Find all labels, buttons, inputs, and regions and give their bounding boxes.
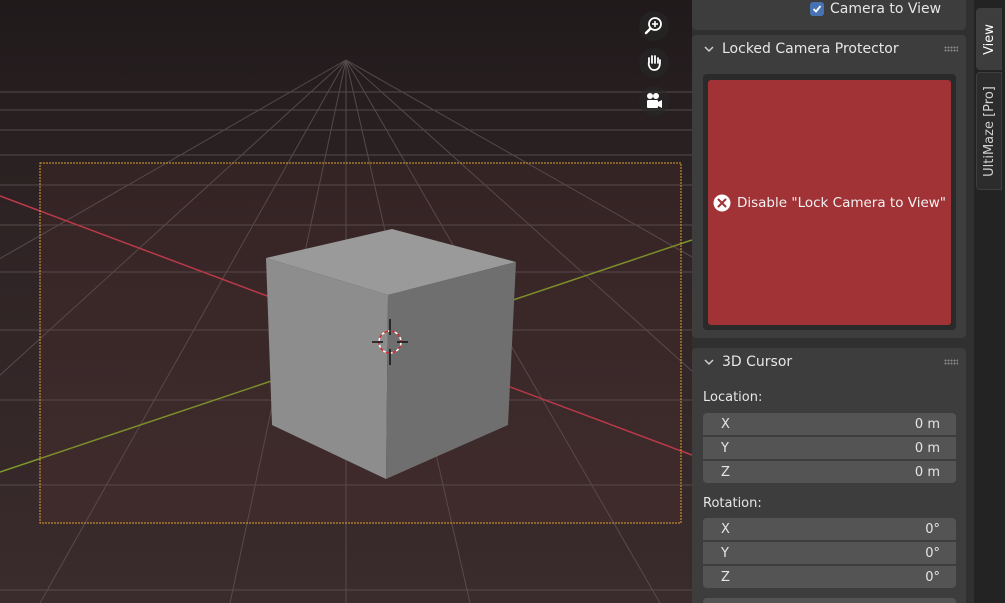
disable-lock-camera-label: Disable "Lock Camera to View" — [736, 194, 946, 211]
warning-frame: Disable "Lock Camera to View" — [703, 74, 956, 330]
locked-camera-protector-panel: Locked Camera Protector Disable "Lock Ca… — [692, 35, 966, 338]
drag-grip-icon[interactable] — [944, 46, 958, 52]
3d-viewport[interactable] — [0, 0, 692, 603]
panel-title: Locked Camera Protector — [722, 41, 899, 57]
camera-to-view-label: Camera to View — [830, 0, 942, 17]
locked-camera-panel-header[interactable]: Locked Camera Protector — [692, 35, 966, 63]
disable-lock-camera-button[interactable]: Disable "Lock Camera to View" — [708, 80, 951, 325]
field-axis: Z — [721, 569, 730, 585]
location-y-field[interactable]: Y 0 m — [703, 437, 956, 459]
field-value: 0° — [925, 569, 940, 585]
pan-button[interactable] — [639, 48, 669, 78]
field-value: 0° — [925, 521, 940, 537]
hand-pan-icon — [647, 55, 661, 71]
camera-to-view-checkbox-row[interactable]: Camera to View — [810, 0, 941, 17]
scene-canvas[interactable] — [0, 0, 692, 603]
tab-label: UltiMaze [Pro] — [981, 85, 997, 177]
location-x-field[interactable]: X 0 m — [703, 413, 956, 435]
field-value: 0 m — [914, 464, 940, 480]
tab-label: View — [981, 23, 997, 55]
3d-cursor-panel-header[interactable]: 3D Cursor — [692, 348, 966, 376]
location-z-field[interactable]: Z 0 m — [703, 461, 956, 483]
field-axis: Y — [721, 440, 729, 456]
rotation-y-field[interactable]: Y 0° — [703, 542, 956, 564]
field-axis: X — [721, 416, 730, 432]
rotation-label: Rotation: — [703, 496, 762, 511]
sidebar-tabs: View UltiMaze [Pro] — [974, 0, 1005, 603]
zoom-button[interactable] — [639, 11, 669, 41]
location-label: Location: — [703, 390, 763, 405]
next-field-edge — [703, 598, 956, 603]
camera-view-button[interactable] — [639, 86, 669, 116]
chevron-down-icon — [704, 46, 714, 53]
rotation-z-field[interactable]: Z 0° — [703, 566, 956, 588]
field-axis: Z — [721, 464, 730, 480]
drag-grip-icon[interactable] — [944, 359, 958, 365]
close-circle-icon — [713, 194, 731, 211]
sidebar: Camera to View Locked Camera Protector D… — [692, 0, 974, 603]
tab-ultimaze-pro[interactable]: UltiMaze [Pro] — [976, 72, 1002, 190]
zoom-in-icon — [644, 17, 662, 35]
field-value: 0° — [925, 545, 940, 561]
tab-view[interactable]: View — [976, 8, 1002, 70]
checkbox-checked-icon[interactable] — [810, 1, 824, 16]
3d-cursor-panel: 3D Cursor Location: X 0 m Y 0 m Z 0 m Ro… — [692, 348, 966, 603]
camera-icon — [647, 93, 662, 108]
rotation-x-field[interactable]: X 0° — [703, 518, 956, 540]
field-value: 0 m — [914, 440, 940, 456]
panel-title: 3D Cursor — [722, 354, 793, 370]
chevron-down-icon — [704, 359, 714, 366]
field-axis: X — [721, 521, 730, 537]
view-panel-tail: Camera to View — [692, 0, 966, 30]
field-axis: Y — [721, 545, 729, 561]
field-value: 0 m — [914, 416, 940, 432]
